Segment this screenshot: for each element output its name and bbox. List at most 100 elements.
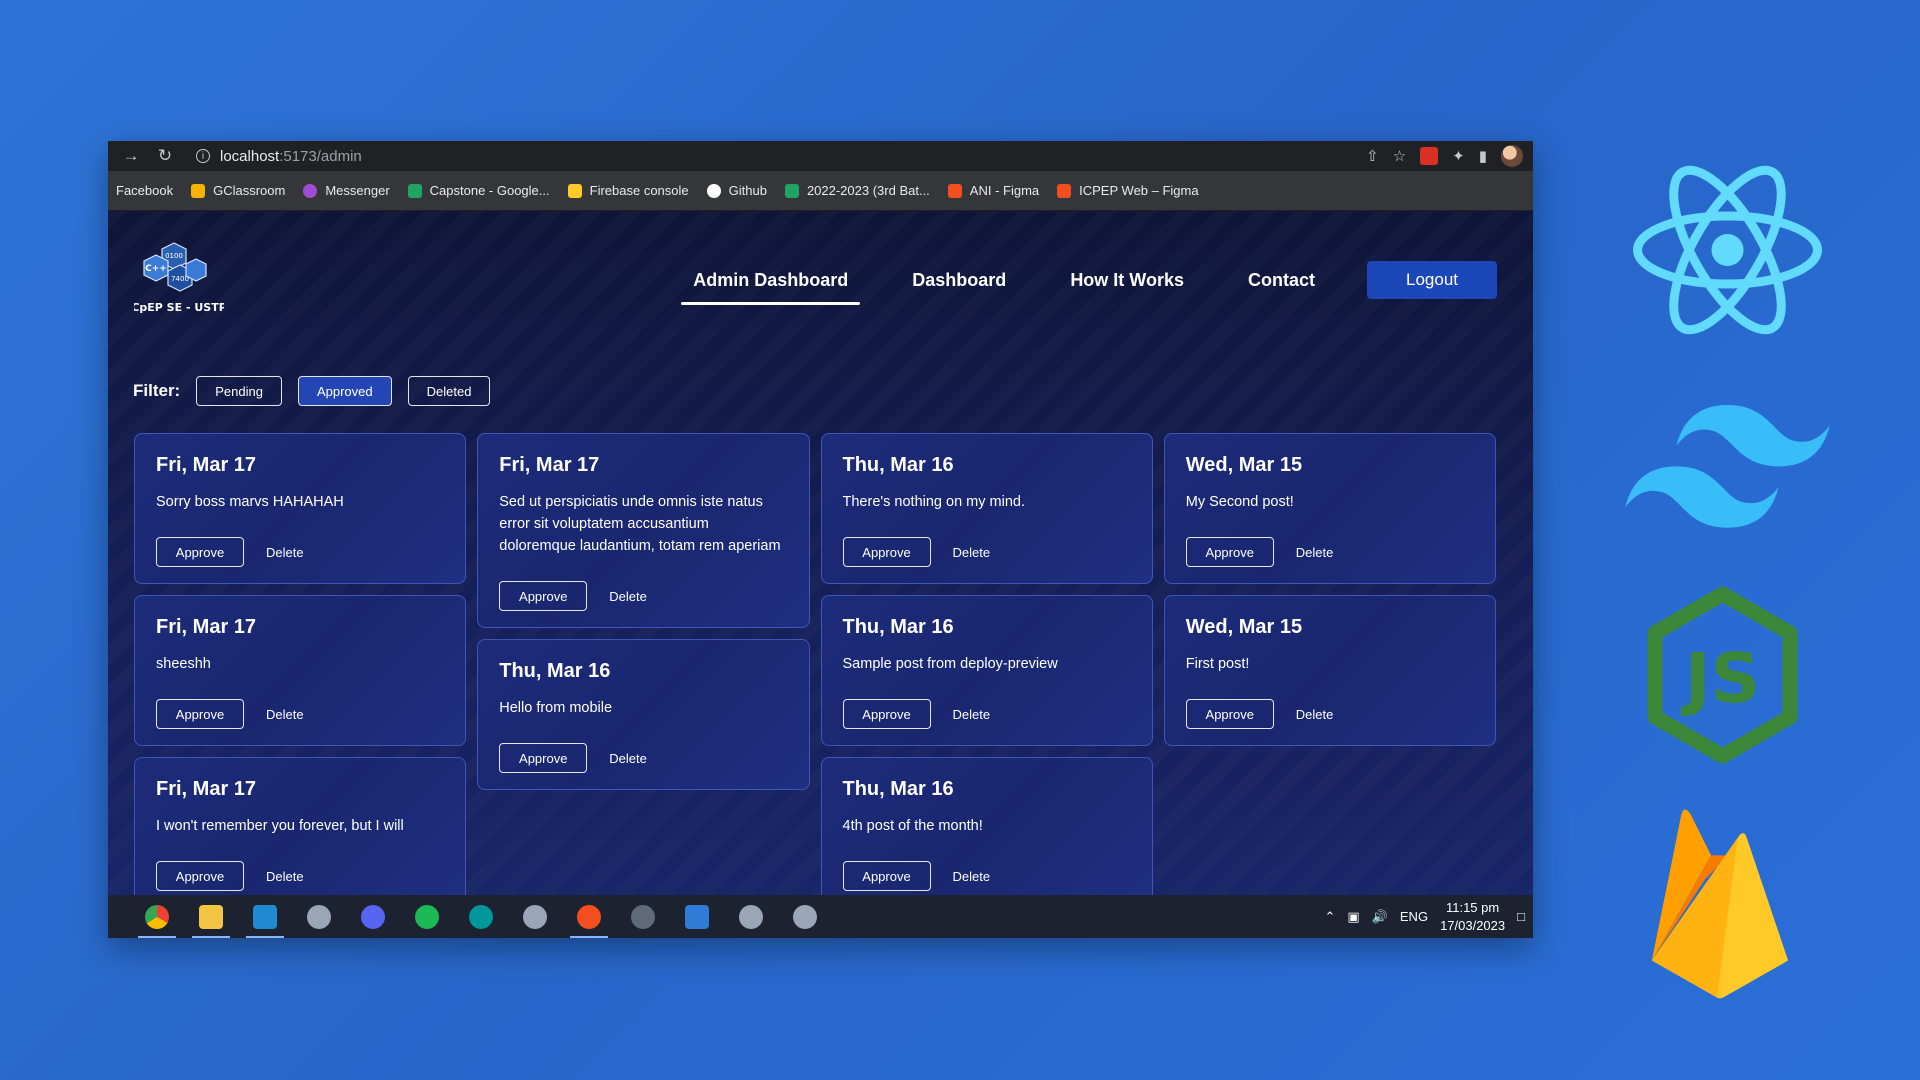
delete-button[interactable]: Delete	[953, 707, 991, 722]
approve-button[interactable]: Approve	[842, 699, 931, 729]
approve-button[interactable]: Approve	[156, 537, 244, 567]
post-date: Fri, Mar 17	[156, 616, 257, 638]
taskbar-app[interactable]	[184, 895, 238, 938]
github-icon	[706, 183, 721, 198]
info-icon[interactable]: i	[196, 149, 210, 163]
chevron-up-icon[interactable]: ⌃	[1325, 909, 1336, 925]
taskbar-app[interactable]	[400, 895, 454, 938]
star-icon[interactable]: ☆	[1393, 147, 1406, 165]
figma-icon	[577, 904, 601, 929]
approve-button[interactable]: Approve	[499, 743, 588, 773]
taskbar-app[interactable]	[292, 895, 346, 938]
taskbar-app[interactable]	[616, 895, 670, 938]
share-icon[interactable]: ⇧	[1366, 147, 1379, 165]
vscode-icon	[253, 904, 277, 929]
taskbar-app[interactable]	[670, 895, 724, 938]
bookmark-label: GClassroom	[213, 183, 286, 198]
post-actions: Approve Delete	[842, 699, 1132, 729]
nodejs-icon: JS	[1647, 586, 1798, 764]
post-actions: Approve Delete	[156, 861, 445, 891]
drive-icon	[407, 183, 422, 198]
approve-button[interactable]: Approve	[156, 699, 244, 729]
profile-avatar[interactable]	[1501, 145, 1523, 167]
nav-contact[interactable]: Contact	[1236, 262, 1327, 299]
delete-button[interactable]: Delete	[953, 545, 991, 560]
posts-column: Fri, Mar 17 Sorry boss marvs HAHAHAH Appro…	[134, 433, 467, 895]
delete-button[interactable]: Delete	[609, 589, 647, 604]
puzzle-icon[interactable]: ✦	[1452, 147, 1465, 165]
filter-approved[interactable]: Approved	[297, 376, 392, 406]
side-panel-icon[interactable]: ▮	[1479, 147, 1487, 165]
bookmark-label: ICPEP Web – Figma	[1079, 183, 1199, 198]
bookmark-item[interactable]: Facebook	[116, 183, 173, 198]
delete-button[interactable]: Delete	[1296, 545, 1334, 560]
icpep-logo[interactable]: 0100 C++ 7400 ICpEP SE - USTP	[134, 237, 224, 317]
approve-button[interactable]: Approve	[1185, 537, 1274, 567]
post-actions: Approve Delete	[842, 861, 1132, 891]
filter-deleted[interactable]: Deleted	[407, 376, 491, 406]
approve-button[interactable]: Approve	[499, 581, 588, 611]
bookmark-item[interactable]: ANI - Figma	[947, 183, 1039, 198]
delete-button[interactable]: Delete	[266, 707, 304, 722]
bookmark-label: Messenger	[325, 183, 390, 198]
file-explorer-icon	[199, 904, 223, 929]
forward-icon[interactable]: →	[118, 144, 144, 168]
bookmark-item[interactable]: Messenger	[303, 183, 390, 198]
delete-button[interactable]: Delete	[266, 869, 304, 884]
browser-window: → ↻ i localhost:5173/admin ⇧ ☆ ✦ ▮ Faceb…	[108, 141, 1533, 938]
react-icon	[1633, 165, 1822, 335]
nav-how-it-works[interactable]: How It Works	[1058, 262, 1196, 299]
delete-button[interactable]: Delete	[953, 869, 991, 884]
windows-taskbar: ⌃ ▣ 🔊 ENG 11:15 pm 17/03/2023 □	[108, 895, 1533, 938]
approve-button[interactable]: Approve	[842, 861, 931, 891]
taskbar-app[interactable]	[562, 895, 616, 938]
delete-button[interactable]: Delete	[609, 751, 647, 766]
notification-icon[interactable]: □	[1517, 909, 1525, 924]
approve-button[interactable]: Approve	[842, 537, 931, 567]
bookmark-item[interactable]: 2022-2023 (3rd Bat...	[784, 183, 930, 198]
volume-icon[interactable]: 🔊	[1372, 909, 1388, 925]
taskbar-app[interactable]	[508, 895, 562, 938]
bookmark-label: Capstone - Google...	[429, 183, 550, 198]
network-icon[interactable]: ▣	[1347, 909, 1359, 925]
taskbar-app[interactable]	[130, 895, 184, 938]
delete-button[interactable]: Delete	[266, 545, 304, 560]
post-text: sheeshh	[156, 656, 211, 672]
bookmark-item[interactable]: Firebase console	[567, 183, 689, 198]
url-host: localhost	[220, 147, 280, 165]
taskbar-app[interactable]	[238, 895, 292, 938]
post-text: I won't remember you forever, but I will	[156, 818, 404, 834]
taskbar-apps	[130, 895, 832, 938]
news-icon	[685, 904, 709, 929]
bookmark-label: Facebook	[116, 183, 174, 198]
delete-button[interactable]: Delete	[1296, 707, 1334, 722]
clock[interactable]: 11:15 pm 17/03/2023	[1440, 899, 1505, 935]
taskbar-app[interactable]	[724, 895, 778, 938]
url-field[interactable]: i localhost:5173/admin	[186, 144, 1366, 168]
nav-admin-dashboard[interactable]: Admin Dashboard	[681, 262, 861, 305]
approve-button[interactable]: Approve	[1185, 699, 1274, 729]
top-navigation: Admin Dashboard Dashboard How It Works C…	[661, 261, 1497, 305]
post-text: There's nothing on my mind.	[842, 494, 1026, 510]
post-card: Fri, Mar 17 Sorry boss marvs HAHAHAH Appro…	[134, 433, 467, 584]
bookmark-item[interactable]: Capstone - Google...	[407, 183, 550, 198]
taskbar-app[interactable]	[454, 895, 508, 938]
bookmark-item[interactable]: ICPEP Web – Figma	[1057, 183, 1199, 198]
filter-pending[interactable]: Pending	[196, 376, 282, 406]
bookmark-item[interactable]: Github	[706, 183, 767, 198]
language-indicator[interactable]: ENG	[1400, 909, 1428, 924]
taskbar-app[interactable]	[346, 895, 400, 938]
extension-icon[interactable]	[1420, 147, 1439, 165]
system-tray: ⌃ ▣ 🔊 ENG 11:15 pm 17/03/2023 □	[1325, 895, 1526, 938]
bookmark-label: 2022-2023 (3rd Bat...	[806, 183, 930, 198]
bookmark-item[interactable]: GClassroom	[191, 183, 285, 198]
post-card: Fri, Mar 17 Sed ut perspiciatis unde omni…	[477, 433, 810, 628]
logout-button[interactable]: Logout	[1367, 261, 1497, 299]
taskbar-app[interactable]	[778, 895, 832, 938]
reload-icon[interactable]: ↻	[152, 144, 178, 168]
nav-dashboard[interactable]: Dashboard	[900, 262, 1018, 299]
app-icon	[307, 904, 331, 929]
post-card: Thu, Mar 16 4th post of the month! Approve…	[820, 757, 1153, 895]
post-actions: Approve Delete	[499, 743, 788, 773]
approve-button[interactable]: Approve	[156, 861, 244, 891]
